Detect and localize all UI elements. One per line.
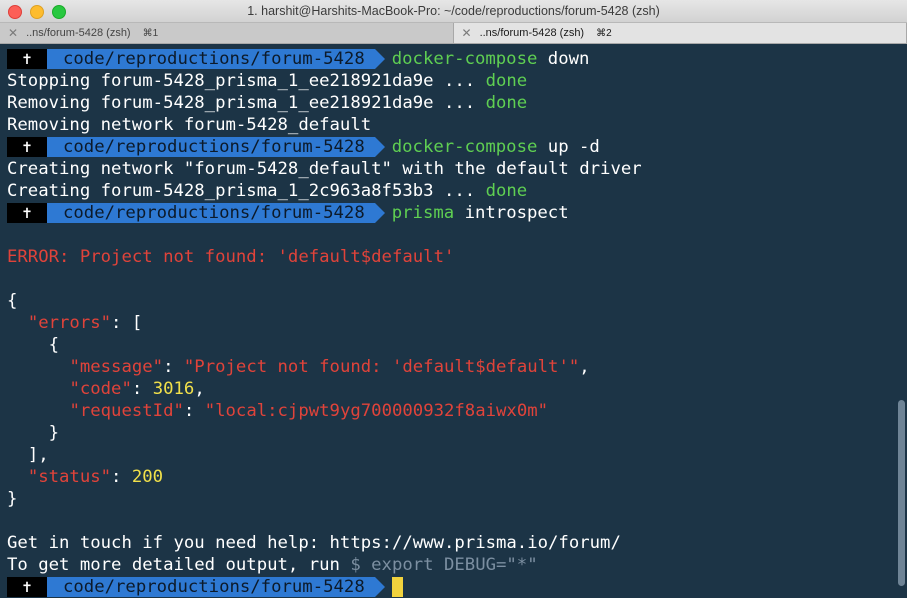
dagger-icon: ✝	[7, 577, 57, 597]
window-title: 1. harshit@Harshits-MacBook-Pro: ~/code/…	[247, 4, 660, 18]
tab-close-icon[interactable]: ✕	[462, 26, 472, 40]
json-colon: :	[131, 379, 153, 399]
tab-close-icon[interactable]: ✕	[8, 26, 18, 40]
json-line: }	[7, 489, 18, 509]
prompt: ✝ code/reproductions/forum-5428	[7, 137, 385, 157]
tab-bar: ✕ ..ns/forum-5428 (zsh) ⌘1 ✕ ..ns/forum-…	[0, 23, 907, 44]
json-comma: ,	[194, 379, 205, 399]
tab-shortcut: ⌘2	[596, 27, 612, 39]
debug-prefix: To get more detailed output, run	[7, 555, 351, 575]
prompt: ✝ code/reproductions/forum-5428	[7, 203, 385, 223]
json-line: {	[7, 334, 907, 356]
json-brace: {	[48, 335, 60, 355]
json-line: {	[7, 291, 18, 311]
json-colon: :	[111, 467, 132, 487]
json-key: "status"	[27, 467, 112, 487]
command-bin: docker-compose	[391, 137, 538, 157]
command-args: up -d	[537, 137, 600, 157]
command: prisma introspect	[392, 203, 569, 223]
tab-shortcut: ⌘1	[142, 27, 159, 39]
json-key: "code"	[69, 379, 132, 399]
json-brace: }	[48, 423, 60, 443]
json-number: 3016	[152, 379, 195, 399]
tab-1[interactable]: ✕ ..ns/forum-5428 (zsh) ⌘1	[0, 23, 454, 43]
output-line: Stopping forum-5428_prisma_1_ee218921da9…	[7, 70, 907, 92]
tab-label: ..ns/forum-5428 (zsh)	[479, 27, 585, 39]
prompt-path: code/reproductions/forum-5428	[47, 577, 385, 597]
command-args: introspect	[454, 203, 569, 223]
title-bar: 1. harshit@Harshits-MacBook-Pro: ~/code/…	[0, 0, 907, 23]
prompt: ✝ code/reproductions/forum-5428	[7, 49, 385, 69]
output-line: Removing network forum-5428_default	[7, 115, 372, 135]
json-line: "message": "Project not found: 'default$…	[7, 356, 907, 378]
output-text: Creating forum-5428_prisma_1_2c963a8f53b…	[7, 181, 486, 201]
prompt-path: code/reproductions/forum-5428	[47, 49, 385, 69]
prompt-path: code/reproductions/forum-5428	[47, 203, 385, 223]
json-bracket: [	[131, 313, 143, 333]
terminal-window: 1. harshit@Harshits-MacBook-Pro: ~/code/…	[0, 0, 907, 598]
error-message: ERROR: Project not found: 'default$defau…	[7, 247, 455, 267]
prompt-line: ✝ code/reproductions/forum-5428 docker-com…	[7, 136, 907, 158]
json-number: 200	[131, 467, 164, 487]
output-line: Creating forum-5428_prisma_1_2c963a8f53b…	[7, 180, 907, 202]
help-message: Get in touch if you need help: https://w…	[7, 533, 621, 553]
json-comma: ,	[579, 357, 590, 377]
json-key: "message"	[69, 357, 164, 377]
json-line: ],	[7, 444, 907, 466]
json-colon: :	[111, 313, 132, 333]
terminal-output[interactable]: ✝ code/reproductions/forum-5428 docker-com…	[0, 44, 907, 598]
prompt-path: code/reproductions/forum-5428	[47, 137, 385, 157]
json-line: "errors": [	[7, 312, 907, 334]
scrollbar-thumb[interactable]	[898, 400, 905, 586]
command: docker-compose down	[392, 49, 590, 69]
done-status: done	[485, 181, 528, 201]
json-key: "errors"	[27, 313, 112, 333]
prompt: ✝ code/reproductions/forum-5428	[7, 577, 385, 597]
json-line: "requestId": "local:cjpwt9yg700000932f8a…	[7, 400, 907, 422]
dagger-icon: ✝	[7, 49, 57, 69]
debug-command: $ export DEBUG="*"	[350, 555, 538, 575]
tab-2[interactable]: ✕ ..ns/forum-5428 (zsh) ⌘2	[453, 23, 907, 43]
json-line: }	[7, 422, 907, 444]
json-line: "status": 200	[7, 466, 907, 488]
command-bin: docker-compose	[391, 49, 538, 69]
command-bin: prisma	[391, 203, 455, 223]
json-string: "Project not found: 'default$default'"	[183, 357, 580, 377]
json-line: "code": 3016,	[7, 378, 907, 400]
done-status: done	[485, 93, 528, 113]
prompt-line-active[interactable]: ✝ code/reproductions/forum-5428	[7, 576, 907, 598]
json-string: "local:cjpwt9yg700000932f8aiwx0m"	[204, 401, 549, 421]
json-colon: :	[183, 401, 205, 421]
done-status: done	[485, 71, 528, 91]
dagger-icon: ✝	[7, 203, 57, 223]
output-text: Stopping forum-5428_prisma_1_ee218921da9…	[7, 71, 486, 91]
output-line: Removing forum-5428_prisma_1_ee218921da9…	[7, 92, 907, 114]
prompt-line: ✝ code/reproductions/forum-5428 docker-com…	[7, 48, 907, 70]
output-line: Creating network "forum-5428_default" wi…	[7, 159, 642, 179]
dagger-icon: ✝	[7, 137, 57, 157]
tab-label: ..ns/forum-5428 (zsh)	[26, 27, 131, 39]
prompt-line: ✝ code/reproductions/forum-5428 prisma int…	[7, 202, 907, 224]
debug-hint: To get more detailed output, run $ expor…	[7, 554, 907, 576]
output-text: Removing forum-5428_prisma_1_ee218921da9…	[7, 93, 486, 113]
command: docker-compose up -d	[392, 137, 600, 157]
command-args: down	[537, 49, 590, 69]
text-cursor	[391, 577, 403, 597]
json-colon: :	[163, 357, 184, 377]
json-bracket: ],	[27, 445, 49, 465]
json-key: "requestId"	[69, 401, 184, 421]
